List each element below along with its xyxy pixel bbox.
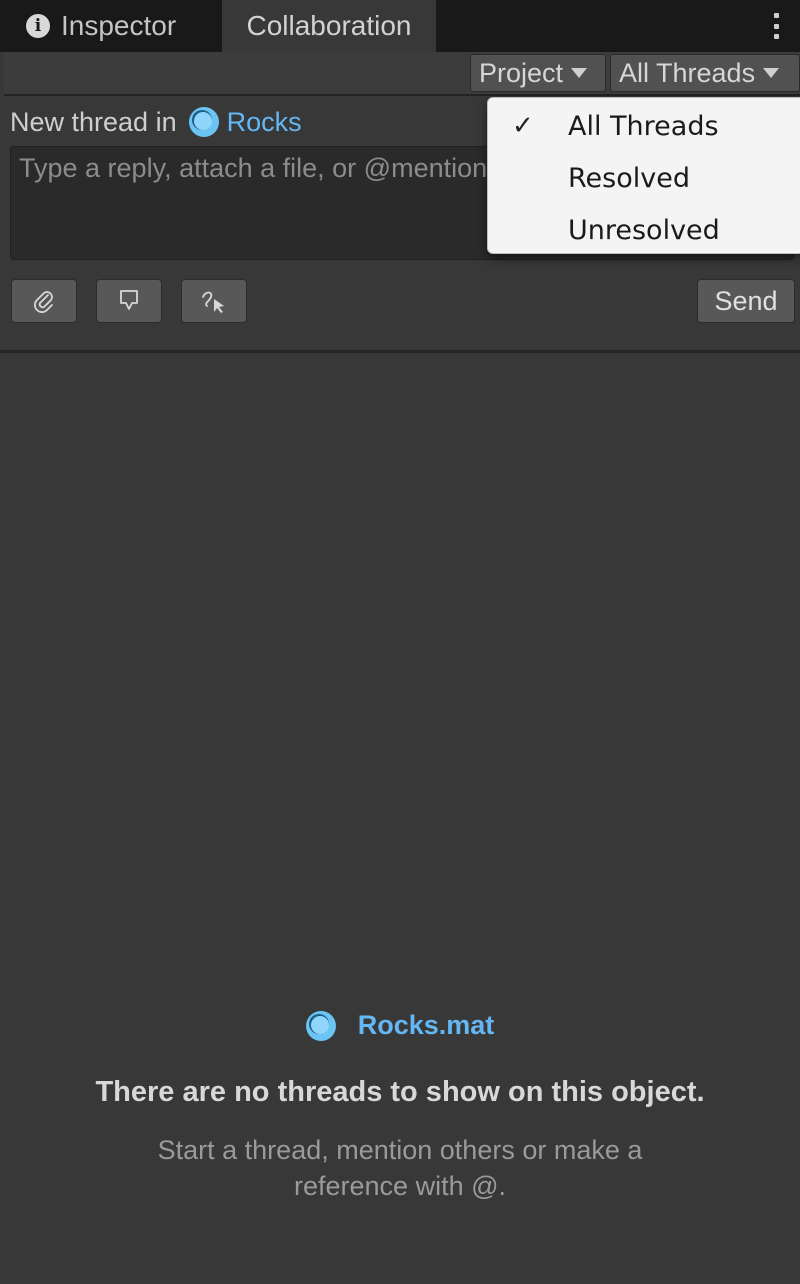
empty-state-subtext: Start a thread, mention others or make a…	[157, 1135, 643, 1201]
pin-icon	[120, 290, 138, 310]
material-icon	[188, 107, 219, 137]
empty-state-object: Rocks.mat	[0, 1010, 800, 1041]
material-icon	[305, 1010, 336, 1041]
thread-filter-label: All Threads	[619, 57, 756, 88]
draw-annotation-button[interactable]	[181, 279, 247, 323]
tab-collaboration[interactable]: Collaboration	[222, 0, 436, 52]
menu-item-unresolved[interactable]: Unresolved	[488, 204, 800, 256]
add-pin-button[interactable]	[96, 279, 162, 323]
menu-item-label: Resolved	[568, 162, 690, 194]
info-icon: i	[26, 14, 50, 38]
draw-icon	[202, 291, 224, 313]
tab-inspector[interactable]: i Inspector	[0, 0, 222, 52]
tab-collaboration-label: Collaboration	[246, 10, 412, 41]
thread-filter-dropdown[interactable]: All Threads	[610, 54, 800, 92]
project-dropdown-label: Project	[479, 57, 564, 88]
menu-item-label: Unresolved	[568, 214, 720, 246]
menu-item-resolved[interactable]: Resolved	[488, 152, 800, 204]
send-button[interactable]: Send	[697, 279, 795, 323]
caret-down-icon	[571, 68, 588, 78]
project-dropdown[interactable]: Project	[470, 54, 606, 92]
empty-state-heading: There are no threads to show on this obj…	[95, 1076, 705, 1108]
section-divider	[0, 350, 800, 353]
menu-item-label: All Threads	[568, 110, 719, 142]
new-thread-prefix: New thread in	[10, 106, 177, 137]
object-name-link[interactable]: Rocks.mat	[358, 1010, 495, 1041]
new-thread-header: New thread in Rocks	[10, 104, 302, 140]
caret-down-icon	[763, 68, 780, 78]
thread-filter-menu: ✓ All Threads Resolved Unresolved	[487, 97, 800, 254]
filter-toolbar: Project All Threads	[4, 52, 800, 96]
tab-inspector-label: Inspector	[61, 10, 177, 41]
attach-file-button[interactable]	[11, 279, 77, 323]
thread-target-link[interactable]: Rocks	[227, 107, 302, 138]
more-options-icon[interactable]	[774, 13, 780, 39]
attach-icon	[34, 291, 53, 313]
checkmark-icon: ✓	[512, 111, 534, 141]
tab-bar: i Inspector Collaboration	[0, 0, 800, 52]
menu-item-all-threads[interactable]: ✓ All Threads	[488, 100, 800, 152]
